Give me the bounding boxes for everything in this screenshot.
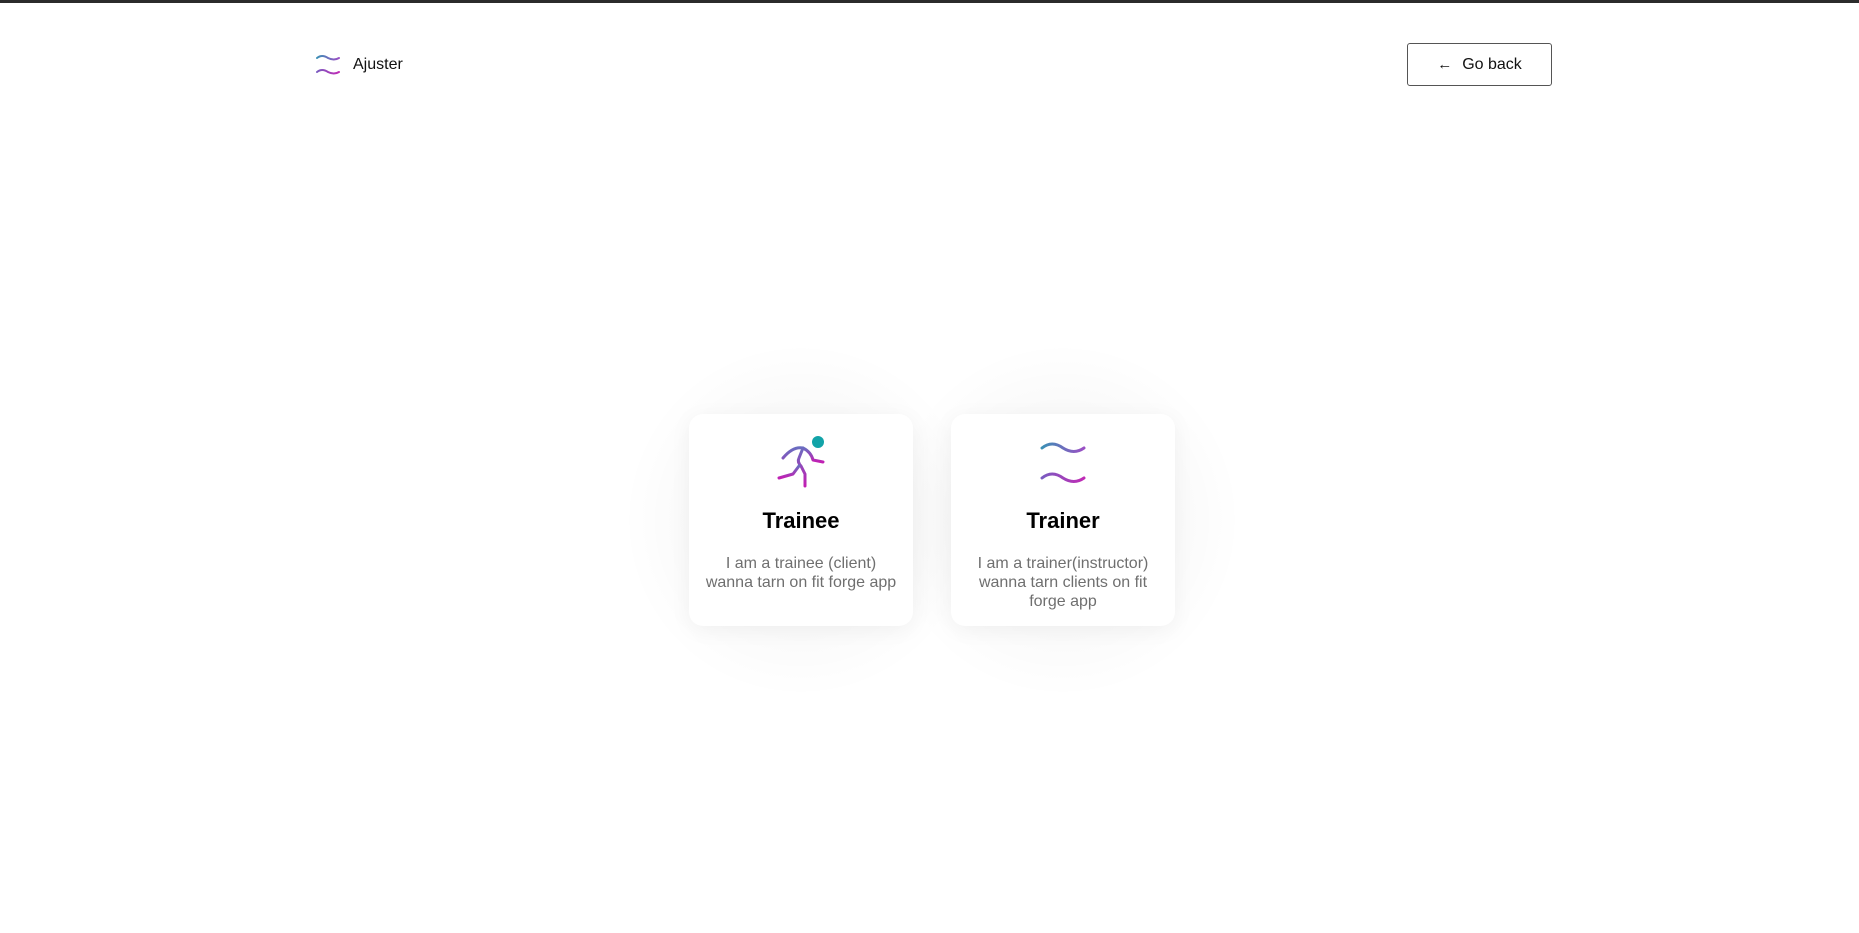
dumbbells-icon (1033, 434, 1093, 492)
brand[interactable]: Ajuster (312, 50, 403, 80)
arrow-left-icon: ← (1437, 56, 1453, 73)
role-description: I am a trainee (client) wanna tarn on fi… (705, 555, 897, 591)
role-card-trainee[interactable]: Trainee I am a trainee (client) wanna ta… (689, 414, 913, 626)
top-border (0, 0, 1859, 3)
running-person-icon (771, 434, 831, 492)
brand-name: Ajuster (353, 56, 403, 73)
dumbbells-logo-icon (312, 50, 344, 80)
header: Ajuster ← Go back (312, 43, 1552, 88)
role-description: I am a trainer(instructor) wanna tarn cl… (977, 555, 1149, 610)
go-back-label: Go back (1462, 55, 1522, 73)
role-title: Trainer (1026, 508, 1100, 533)
go-back-button[interactable]: ← Go back (1407, 43, 1552, 86)
role-card-trainer[interactable]: Trainer I am a trainer(instructor) wanna… (951, 414, 1175, 626)
role-title: Trainee (762, 508, 840, 533)
